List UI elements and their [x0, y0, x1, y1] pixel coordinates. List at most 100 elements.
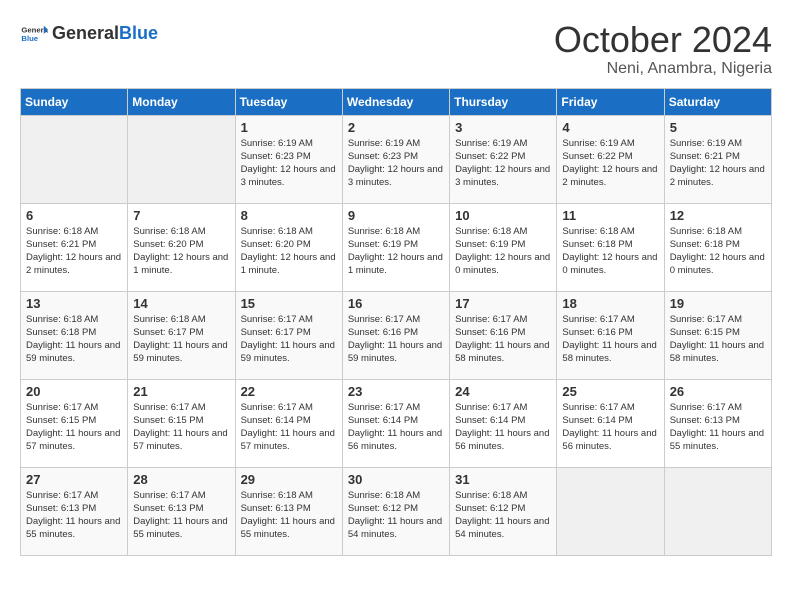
calendar-cell: 1 Sunrise: 6:19 AMSunset: 6:23 PMDaylight… [235, 115, 342, 203]
calendar-week-1: 1 Sunrise: 6:19 AMSunset: 6:23 PMDaylight… [21, 115, 772, 203]
day-number: 23 [348, 384, 444, 399]
calendar-cell: 25Sunrise: 6:17 AMSunset: 6:14 PMDayligh… [557, 379, 664, 467]
day-number: 20 [26, 384, 122, 399]
day-number: 22 [241, 384, 337, 399]
day-number: 30 [348, 472, 444, 487]
day-header-thursday: Thursday [450, 88, 557, 115]
calendar-cell: 9Sunrise: 6:18 AMSunset: 6:19 PMDaylight… [342, 203, 449, 291]
day-number: 19 [670, 296, 766, 311]
day-info: Sunrise: 6:17 AMSunset: 6:16 PMDaylight:… [562, 313, 658, 366]
logo-general-text: General [52, 23, 119, 43]
calendar-cell: 4Sunrise: 6:19 AMSunset: 6:22 PMDaylight… [557, 115, 664, 203]
day-number: 28 [133, 472, 229, 487]
day-info: Sunrise: 6:18 AMSunset: 6:19 PMDaylight:… [455, 225, 551, 278]
day-number: 16 [348, 296, 444, 311]
day-info: Sunrise: 6:17 AMSunset: 6:13 PMDaylight:… [133, 489, 229, 542]
day-info: Sunrise: 6:18 AMSunset: 6:20 PMDaylight:… [241, 225, 337, 278]
day-number: 11 [562, 208, 658, 223]
day-info: Sunrise: 6:18 AMSunset: 6:18 PMDaylight:… [670, 225, 766, 278]
day-info: Sunrise: 6:17 AMSunset: 6:13 PMDaylight:… [670, 401, 766, 454]
calendar-cell: 12 Sunrise: 6:18 AMSunset: 6:18 PMDayligh… [664, 203, 771, 291]
day-info: Sunrise: 6:17 AMSunset: 6:17 PMDaylight:… [241, 313, 337, 366]
day-info: Sunrise: 6:18 AMSunset: 6:12 PMDaylight:… [348, 489, 444, 542]
calendar-cell: 18 Sunrise: 6:17 AMSunset: 6:16 PMDayligh… [557, 291, 664, 379]
calendar-cell: 11 Sunrise: 6:18 AMSunset: 6:18 PMDayligh… [557, 203, 664, 291]
logo-icon: General Blue [20, 20, 48, 48]
calendar-cell: 17 Sunrise: 6:17 AMSunset: 6:16 PMDayligh… [450, 291, 557, 379]
calendar-cell: 20 Sunrise: 6:17 AMSunset: 6:15 PMDayligh… [21, 379, 128, 467]
calendar-cell [557, 467, 664, 555]
calendar-header-row: SundayMondayTuesdayWednesdayThursdayFrid… [21, 88, 772, 115]
day-info: Sunrise: 6:18 AMSunset: 6:13 PMDaylight:… [241, 489, 337, 542]
calendar-cell: 15 Sunrise: 6:17 AMSunset: 6:17 PMDayligh… [235, 291, 342, 379]
calendar-cell: 5 Sunrise: 6:19 AMSunset: 6:21 PMDaylight… [664, 115, 771, 203]
calendar-cell: 23 Sunrise: 6:17 AMSunset: 6:14 PMDayligh… [342, 379, 449, 467]
calendar-week-5: 27 Sunrise: 6:17 AMSunset: 6:13 PMDayligh… [21, 467, 772, 555]
day-number: 31 [455, 472, 551, 487]
calendar-cell: 22 Sunrise: 6:17 AMSunset: 6:14 PMDayligh… [235, 379, 342, 467]
calendar-cell: 10 Sunrise: 6:18 AMSunset: 6:19 PMDayligh… [450, 203, 557, 291]
day-info: Sunrise: 6:19 AMSunset: 6:21 PMDaylight:… [670, 137, 766, 190]
day-number: 14 [133, 296, 229, 311]
day-header-friday: Friday [557, 88, 664, 115]
calendar-cell: 31Sunrise: 6:18 AMSunset: 6:12 PMDayligh… [450, 467, 557, 555]
day-number: 15 [241, 296, 337, 311]
day-number: 17 [455, 296, 551, 311]
day-number: 26 [670, 384, 766, 399]
day-info: Sunrise: 6:17 AMSunset: 6:15 PMDaylight:… [133, 401, 229, 454]
day-header-saturday: Saturday [664, 88, 771, 115]
day-info: Sunrise: 6:17 AMSunset: 6:15 PMDaylight:… [670, 313, 766, 366]
day-number: 21 [133, 384, 229, 399]
day-number: 18 [562, 296, 658, 311]
day-info: Sunrise: 6:18 AMSunset: 6:21 PMDaylight:… [26, 225, 122, 278]
calendar-cell: 27 Sunrise: 6:17 AMSunset: 6:13 PMDayligh… [21, 467, 128, 555]
day-header-monday: Monday [128, 88, 235, 115]
day-number: 8 [241, 208, 337, 223]
day-info: Sunrise: 6:17 AMSunset: 6:14 PMDaylight:… [348, 401, 444, 454]
calendar-cell [128, 115, 235, 203]
calendar-cell: 30 Sunrise: 6:18 AMSunset: 6:12 PMDayligh… [342, 467, 449, 555]
day-number: 5 [670, 120, 766, 135]
location-subtitle: Neni, Anambra, Nigeria [554, 60, 772, 78]
calendar-cell: 3Sunrise: 6:19 AMSunset: 6:22 PMDaylight… [450, 115, 557, 203]
day-info: Sunrise: 6:17 AMSunset: 6:16 PMDaylight:… [455, 313, 551, 366]
calendar-week-4: 20 Sunrise: 6:17 AMSunset: 6:15 PMDayligh… [21, 379, 772, 467]
day-info: Sunrise: 6:18 AMSunset: 6:20 PMDaylight:… [133, 225, 229, 278]
title-section: October 2024 Neni, Anambra, Nigeria [554, 20, 772, 78]
day-info: Sunrise: 6:17 AMSunset: 6:14 PMDaylight:… [241, 401, 337, 454]
calendar-cell: 13 Sunrise: 6:18 AMSunset: 6:18 PMDayligh… [21, 291, 128, 379]
calendar-cell: 19 Sunrise: 6:17 AMSunset: 6:15 PMDayligh… [664, 291, 771, 379]
month-title: October 2024 [554, 20, 772, 60]
day-info: Sunrise: 6:17 AMSunset: 6:14 PMDaylight:… [455, 401, 551, 454]
day-number: 27 [26, 472, 122, 487]
calendar-cell: 6Sunrise: 6:18 AMSunset: 6:21 PMDaylight… [21, 203, 128, 291]
day-number: 24 [455, 384, 551, 399]
day-header-tuesday: Tuesday [235, 88, 342, 115]
day-header-sunday: Sunday [21, 88, 128, 115]
day-info: Sunrise: 6:18 AMSunset: 6:18 PMDaylight:… [26, 313, 122, 366]
day-info: Sunrise: 6:18 AMSunset: 6:18 PMDaylight:… [562, 225, 658, 278]
day-number: 7 [133, 208, 229, 223]
day-info: Sunrise: 6:17 AMSunset: 6:15 PMDaylight:… [26, 401, 122, 454]
calendar-cell: 21 Sunrise: 6:17 AMSunset: 6:15 PMDayligh… [128, 379, 235, 467]
logo-blue-text: Blue [119, 23, 158, 43]
calendar-week-3: 13 Sunrise: 6:18 AMSunset: 6:18 PMDayligh… [21, 291, 772, 379]
day-info: Sunrise: 6:17 AMSunset: 6:13 PMDaylight:… [26, 489, 122, 542]
day-number: 4 [562, 120, 658, 135]
day-number: 2 [348, 120, 444, 135]
day-number: 13 [26, 296, 122, 311]
calendar-cell: 7 Sunrise: 6:18 AMSunset: 6:20 PMDaylight… [128, 203, 235, 291]
logo: General Blue GeneralBlue [20, 20, 158, 48]
day-number: 3 [455, 120, 551, 135]
calendar-table: SundayMondayTuesdayWednesdayThursdayFrid… [20, 88, 772, 556]
day-info: Sunrise: 6:17 AMSunset: 6:16 PMDaylight:… [348, 313, 444, 366]
calendar-cell: 16 Sunrise: 6:17 AMSunset: 6:16 PMDayligh… [342, 291, 449, 379]
calendar-cell: 14Sunrise: 6:18 AMSunset: 6:17 PMDayligh… [128, 291, 235, 379]
day-number: 1 [241, 120, 337, 135]
calendar-cell: 24 Sunrise: 6:17 AMSunset: 6:14 PMDayligh… [450, 379, 557, 467]
day-number: 10 [455, 208, 551, 223]
day-number: 12 [670, 208, 766, 223]
calendar-cell: 2Sunrise: 6:19 AMSunset: 6:23 PMDaylight… [342, 115, 449, 203]
day-info: Sunrise: 6:19 AMSunset: 6:23 PMDaylight:… [241, 137, 337, 190]
calendar-cell: 29Sunrise: 6:18 AMSunset: 6:13 PMDayligh… [235, 467, 342, 555]
